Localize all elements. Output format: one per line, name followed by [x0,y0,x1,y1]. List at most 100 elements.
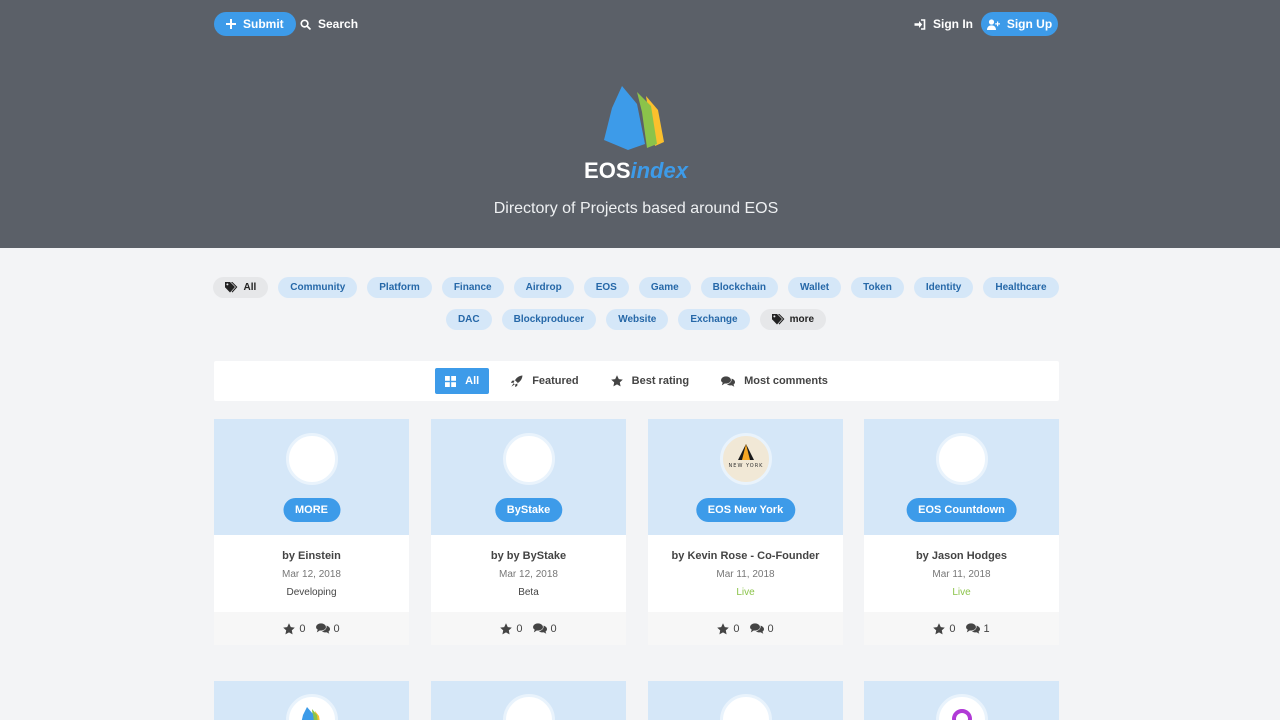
project-date: Mar 12, 2018 [499,569,558,580]
star-icon [283,622,296,634]
star-icon [717,622,730,634]
project-date: Mar 12, 2018 [282,569,341,580]
card-footer: 0 1 [864,612,1059,645]
tagline: Directory of Projects based around EOS [493,200,779,217]
search-button[interactable]: Search [300,12,358,36]
tag-healthcare[interactable]: Healthcare [983,277,1059,298]
submit-button[interactable]: Submit [214,12,296,36]
star-icon [610,375,623,387]
comments-icon [315,623,330,634]
eos-new-york-logo: NEW YORK [729,444,764,469]
card-banner: ByStake [431,419,626,535]
tag-blockchain[interactable]: Blockchain [700,277,779,298]
sign-up-button[interactable]: Sign Up [981,12,1058,36]
tag-airdrop[interactable]: Airdrop [513,277,574,298]
comments-icon [721,375,736,387]
card-banner: MORE [214,419,409,535]
project-author: by by ByStake [490,550,567,562]
project-name-button[interactable]: ByStake [494,498,563,522]
filter-label: All [465,375,480,387]
comment-stat: 0 [749,622,774,635]
project-name-button[interactable]: EOS New York [695,498,796,522]
user-plus-icon [986,18,1000,30]
tags-icon [771,314,785,325]
project-avatar [936,433,988,485]
sign-in-icon [914,18,926,30]
project-card[interactable]: NEW YORK EOS New York by Kevin Rose - Co… [648,419,843,645]
project-author: by Einstein [282,550,341,562]
project-avatar: NEW YORK [720,433,772,485]
project-card[interactable] [214,681,409,720]
tag-website[interactable]: Website [606,309,669,330]
project-avatar [936,694,988,720]
brand-title: EOSindex [0,158,1272,184]
plus-icon [226,19,236,29]
card-footer: 0 0 [214,612,409,645]
tag-all[interactable]: All [213,277,269,298]
card-banner: NEW YORK EOS New York [648,419,843,535]
grid-icon [445,375,457,387]
project-status: Live [736,587,755,598]
comment-stat: 1 [965,623,990,635]
project-avatar [503,694,555,720]
rating-count: 0 [299,622,306,635]
tag-community[interactable]: Community [278,277,358,298]
project-date: Mar 11, 2018 [716,569,775,580]
project-name-button[interactable]: EOS Countdown [906,498,1017,522]
project-status: Beta [518,587,539,598]
project-card[interactable]: EOS Countdown by Jason Hodges Mar 11, 20… [864,419,1059,645]
logo-text: NEW YORK [729,463,764,469]
project-avatar [503,433,555,485]
sign-up-label: Sign Up [1006,17,1053,31]
rating-count: 0 [516,622,523,635]
tag-finance[interactable]: Finance [441,277,504,298]
tag-game[interactable]: Game [638,277,691,298]
rating-stat: 0 [283,622,306,635]
comment-stat: 0 [532,623,557,635]
brand-accent: index [630,158,688,183]
eosindex-logo [604,86,664,150]
filter-most-comments[interactable]: Most comments [711,368,838,394]
tag-row-1: All Community Platform Finance Airdrop E… [0,277,1272,298]
tag-token[interactable]: Token [851,277,904,298]
tag-dac[interactable]: DAC [445,309,492,330]
comments-icon [965,623,980,634]
tag-blockproducer[interactable]: Blockproducer [501,309,597,330]
project-card[interactable]: MORE by Einstein Mar 12, 2018 Developing… [214,419,409,645]
star-icon [500,622,513,634]
card-footer: 0 0 [648,612,843,645]
project-avatar [286,694,338,720]
tag-eos[interactable]: EOS [583,277,629,298]
filter-best-rating[interactable]: Best rating [601,368,699,394]
tag-platform[interactable]: Platform [367,277,432,298]
filter-label: Most comments [744,375,828,387]
brand-main: EOS [584,158,631,183]
project-card[interactable]: ByStake by by ByStake Mar 12, 2018 Beta … [431,419,626,645]
project-card[interactable] [648,681,843,720]
filter-bar: All Featured Best rating Most comments [214,361,1059,401]
tag-label: more [789,314,815,325]
comment-count: 0 [333,622,340,635]
project-status: Live [952,587,971,598]
rocket-icon [511,375,523,387]
tag-identity[interactable]: Identity [913,277,974,298]
project-card[interactable] [864,681,1059,720]
card-banner: EOS Countdown [864,419,1059,535]
hero-header: Submit Search Sign In Sign Up EOSindex D… [0,0,1280,248]
ring-logo-icon [952,709,972,720]
tag-exchange[interactable]: Exchange [678,309,750,330]
project-date: Mar 11, 2018 [932,569,991,580]
search-label: Search [318,17,359,31]
tag-wallet[interactable]: Wallet [788,277,842,298]
sign-in-button[interactable]: Sign In [914,12,973,36]
eos-logo-icon [301,707,320,720]
filter-featured[interactable]: Featured [501,368,588,394]
star-icon [933,622,946,634]
tag-more[interactable]: more [759,309,827,330]
comment-count: 0 [767,622,774,635]
project-author: by Kevin Rose - Co-Founder [671,550,820,562]
project-name-button[interactable]: MORE [283,498,340,522]
project-avatar [720,694,772,720]
filter-all[interactable]: All [435,368,490,394]
project-card[interactable] [431,681,626,720]
